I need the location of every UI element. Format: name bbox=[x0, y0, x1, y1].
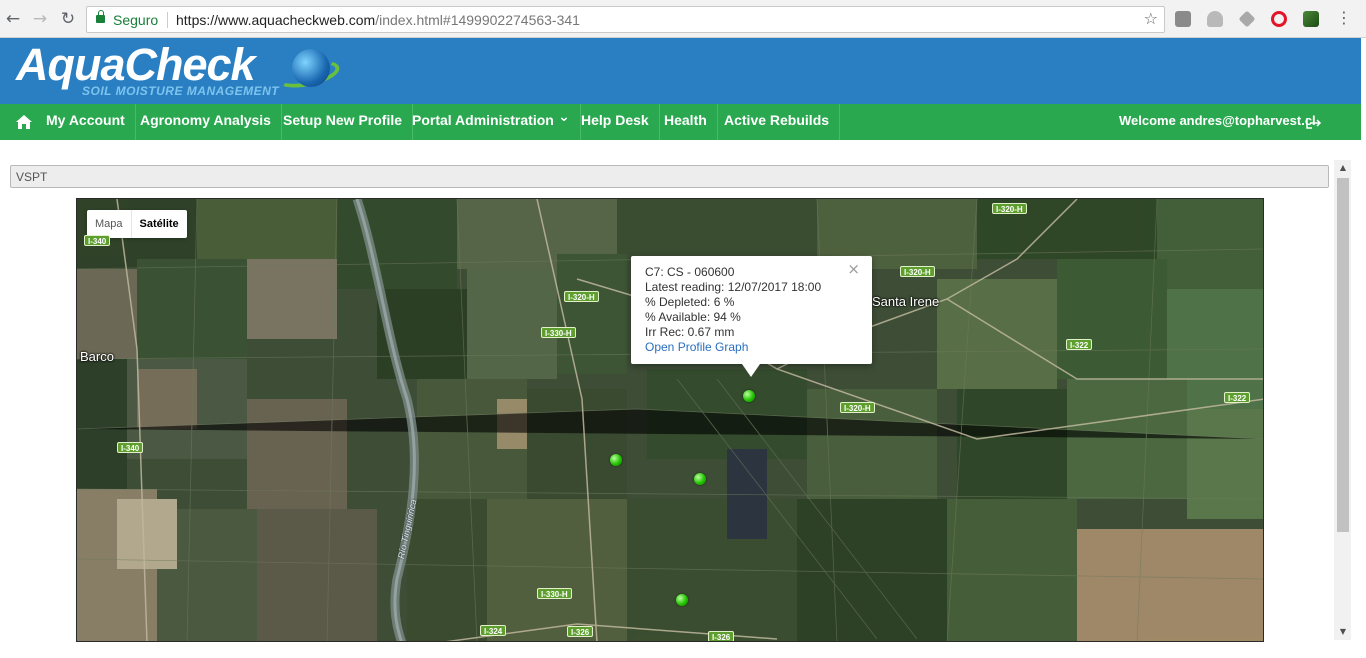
scroll-up-arrow-icon[interactable]: ▲ bbox=[1337, 163, 1349, 173]
sensor-info-window: C7: CS - 060600 Latest reading: 12/07/20… bbox=[631, 256, 872, 377]
secure-label: Seguro bbox=[113, 12, 159, 28]
road-shield: I-330-H bbox=[537, 588, 572, 599]
map-type-control: Mapa Satélite bbox=[87, 210, 187, 238]
globe-icon bbox=[292, 49, 330, 87]
place-label-santa-irene: Santa Irene bbox=[872, 294, 940, 309]
url-text[interactable]: https://www.aquacheckweb.com/index.html#… bbox=[176, 12, 580, 28]
url-path: /index.html#1499902274563-341 bbox=[375, 12, 580, 28]
url-host: https://www.aquacheckweb.com bbox=[176, 12, 376, 28]
site-header: AquaCheck SOIL MOISTURE MANAGEMENT bbox=[0, 38, 1361, 104]
nav-setup-new-profile[interactable]: Setup New Profile bbox=[273, 104, 414, 140]
extension-image-icon[interactable] bbox=[1303, 11, 1319, 27]
main-nav: My Account Agronomy Analysis Setup New P… bbox=[0, 104, 1361, 140]
extension-dropbox-icon[interactable] bbox=[1238, 10, 1256, 28]
welcome-text: Welcome andres@topharvest.cl bbox=[1119, 113, 1316, 128]
nav-portal-administration-label: Portal Administration bbox=[412, 112, 554, 128]
road-shield: I-322 bbox=[1224, 392, 1251, 403]
profile-group-select[interactable]: VSPT bbox=[10, 165, 1329, 188]
nav-portal-administration[interactable]: Portal Administration ⌄ bbox=[402, 104, 581, 140]
address-bar[interactable]: Seguro https://www.aquacheckweb.com/inde… bbox=[86, 6, 1165, 33]
info-title: C7: CS - 060600 bbox=[645, 265, 735, 279]
open-profile-graph-link[interactable]: Open Profile Graph bbox=[645, 340, 858, 355]
star-icon[interactable]: ☆ bbox=[1144, 9, 1158, 28]
lock-icon bbox=[96, 10, 105, 23]
nav-help-desk[interactable]: Help Desk bbox=[571, 104, 660, 140]
profile-group-value: VSPT bbox=[16, 170, 48, 184]
scrollbar-thumb[interactable] bbox=[1337, 178, 1349, 532]
road-shield: I-322 bbox=[1066, 339, 1093, 350]
road-shield: I-326 bbox=[708, 631, 735, 641]
satellite-map[interactable]: Mapa Satélite I-340 I-340 I-320-H I-330-… bbox=[76, 198, 1264, 642]
road-shield: I-340 bbox=[84, 235, 111, 246]
sensor-marker[interactable] bbox=[610, 454, 622, 466]
scroll-down-arrow-icon[interactable]: ▼ bbox=[1337, 627, 1349, 637]
forward-icon[interactable]: → bbox=[29, 8, 51, 30]
omnibox-divider bbox=[167, 12, 168, 28]
road-shield: I-320-H bbox=[900, 266, 935, 277]
sensor-marker[interactable] bbox=[743, 390, 755, 402]
home-icon[interactable] bbox=[15, 113, 33, 131]
sensor-marker[interactable] bbox=[676, 594, 688, 606]
info-depleted: % Depleted: 6 % bbox=[645, 295, 735, 309]
chevron-down-icon: ⌄ bbox=[558, 109, 570, 125]
reload-icon[interactable]: ↻ bbox=[57, 8, 79, 30]
vertical-dots-icon[interactable]: ⋮ bbox=[1336, 9, 1352, 27]
browser-toolbar: ← → ↻ Seguro https://www.aquacheckweb.co… bbox=[0, 0, 1366, 38]
road-shield: I-320-H bbox=[840, 402, 875, 413]
sensor-marker[interactable] bbox=[694, 473, 706, 485]
nav-active-rebuilds[interactable]: Active Rebuilds bbox=[714, 104, 841, 140]
extension-drive-icon[interactable] bbox=[1207, 11, 1223, 27]
nav-my-account[interactable]: My Account bbox=[36, 104, 136, 140]
road-shield: I-330-H bbox=[541, 327, 576, 338]
road-shield: I-320-H bbox=[992, 203, 1027, 214]
nav-agronomy-analysis[interactable]: Agronomy Analysis bbox=[130, 104, 282, 140]
logout-icon[interactable] bbox=[1306, 117, 1322, 129]
road-shield: I-324 bbox=[480, 625, 507, 636]
nav-health[interactable]: Health bbox=[654, 104, 718, 140]
back-icon[interactable]: ← bbox=[2, 8, 24, 30]
road-shield: I-340 bbox=[117, 442, 144, 453]
road-shield: I-320-H bbox=[564, 291, 599, 302]
close-icon[interactable]: × bbox=[847, 262, 860, 277]
place-label-barco: Barco bbox=[80, 349, 114, 364]
extension-pocket-icon[interactable] bbox=[1175, 11, 1191, 27]
info-latest-reading: Latest reading: 12/07/2017 18:00 bbox=[645, 280, 822, 294]
road-shield: I-326 bbox=[567, 626, 594, 637]
logo-tagline: SOIL MOISTURE MANAGEMENT bbox=[82, 84, 280, 98]
info-irr-rec: Irr Rec: 0.67 mm bbox=[645, 325, 735, 339]
info-available: % Available: 94 % bbox=[645, 310, 741, 324]
map-type-map-button[interactable]: Mapa bbox=[87, 210, 131, 238]
map-type-satellite-button[interactable]: Satélite bbox=[130, 210, 187, 238]
extension-opera-icon[interactable] bbox=[1271, 11, 1287, 27]
